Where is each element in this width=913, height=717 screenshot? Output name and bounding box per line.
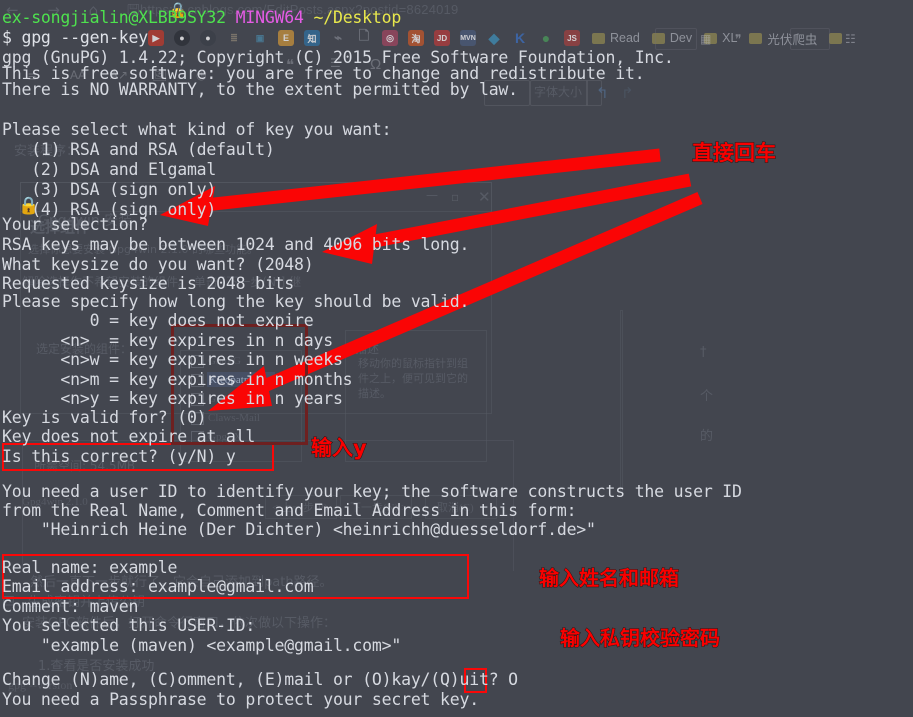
prompt-user: ex-songjialin@XLBB9SY32	[2, 8, 226, 27]
terminal-line-prompt-okay: Change (N)ame, (C)omment, (E)mail or (O)…	[2, 670, 518, 689]
terminal-line: You need a Passphrase to protect your se…	[2, 690, 479, 709]
terminal-line: Real name: example	[2, 558, 178, 577]
prompt-command: gpg --gen-key	[21, 28, 149, 47]
terminal-line: 0 = key does not expire	[2, 311, 314, 330]
terminal-line: <n>m = key expires in n months	[2, 370, 353, 389]
terminal-line: Key is valid for? (0)	[2, 408, 207, 427]
terminal-prompt-line: ex-songjialin@XLBB9SY32 MINGW64 ~/Deskto…	[2, 8, 401, 29]
annotation-name-and-email: 输入姓名和邮箱	[539, 566, 680, 591]
terminal-line: "example (maven) <example@gmail.com>"	[2, 636, 402, 655]
prompt-shell: MINGW64	[235, 8, 304, 27]
terminal-line: There is NO WARRANTY, to the extent perm…	[2, 80, 518, 99]
annotation-passphrase: 输入私钥校验密码	[560, 626, 721, 651]
terminal-line: What keysize do you want? (2048)	[2, 255, 314, 274]
terminal-line: You selected this USER-ID:	[2, 616, 256, 635]
terminal-line: Is this correct? (y/N) y	[2, 447, 236, 466]
terminal-line: Your selection?	[2, 215, 158, 234]
terminal-line: Please specify how long the key should b…	[2, 292, 470, 311]
prompt-path: ~/Desktop	[313, 8, 402, 27]
terminal-line: RSA keys may be between 1024 and 4096 bi…	[2, 235, 470, 254]
prompt-dollar: $	[2, 28, 12, 47]
terminal-output[interactable]: ex-songjialin@XLBB9SY32 MINGW64 ~/Deskto…	[0, 0, 913, 717]
terminal-line: <n>y = key expires in n years	[2, 389, 343, 408]
terminal-line: from the Real Name, Comment and Email Ad…	[2, 501, 577, 520]
annotation-press-enter: 直接回车	[692, 141, 777, 166]
terminal-line: Please select what kind of key you want:	[2, 120, 392, 139]
terminal-line: Email address: example@gmail.com	[2, 577, 314, 596]
terminal-line: You need a user ID to identify your key;…	[2, 482, 742, 501]
terminal-line: Key does not expire at all	[2, 427, 256, 446]
terminal-line: Comment: maven	[2, 597, 139, 616]
terminal-command-line: $ gpg --gen-key	[2, 28, 148, 49]
terminal-line: <n>w = key expires in n weeks	[2, 350, 343, 369]
annotation-type-y: 输入y	[311, 436, 368, 461]
terminal-line: "Heinrich Heine (Der Dichter) <heinrichh…	[2, 520, 596, 539]
terminal-line: (3) DSA (sign only)	[2, 180, 217, 199]
terminal-line: <n> = key expires in n days	[2, 331, 333, 350]
terminal-line: (1) RSA and RSA (default)	[2, 140, 275, 159]
terminal-line: (2) DSA and Elgamal	[2, 160, 217, 179]
